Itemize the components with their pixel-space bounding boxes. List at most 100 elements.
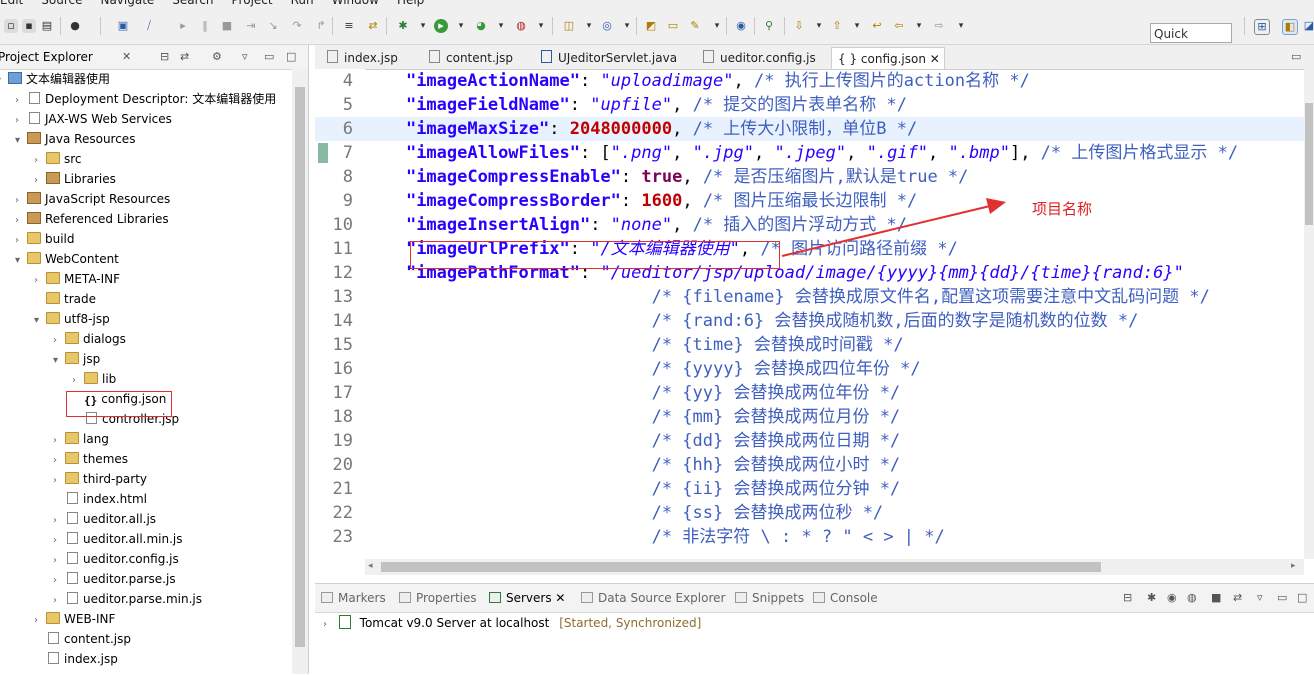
code-line[interactable]: 4 "imageActionName": "uploadimage", /* 执… <box>315 69 1304 93</box>
start-server-icon[interactable]: ◉ <box>1167 591 1177 604</box>
tree-item[interactable]: ▾ Java Resources <box>15 129 135 149</box>
open-task-icon[interactable]: ✎ <box>688 19 702 33</box>
code-line[interactable]: 15 /* {time} 会替换成时间戳 */ <box>315 333 1304 357</box>
collapsed-arrow-icon[interactable]: › <box>15 231 27 251</box>
tree-item[interactable]: › third-party <box>53 469 147 489</box>
collapsed-arrow-icon[interactable]: › <box>53 571 65 591</box>
tree-item[interactable]: › ueditor.parse.js <box>53 569 176 589</box>
menu-item[interactable]: Source <box>41 0 82 8</box>
collapsed-arrow-icon[interactable]: › <box>15 111 27 131</box>
debug-server-icon[interactable]: ✱ <box>1147 591 1156 604</box>
tree-item[interactable]: › themes <box>53 449 128 469</box>
code-line[interactable]: 6 "imageMaxSize": 2048000000, /* 上传大小限制，… <box>315 117 1304 141</box>
back-dropdown-icon[interactable]: ▾ <box>912 19 926 33</box>
collapsed-arrow-icon[interactable]: › <box>53 531 65 551</box>
step-into-icon[interactable]: ↘ <box>266 19 280 33</box>
link-with-editor-icon[interactable]: ⇄ <box>180 50 189 63</box>
editor-horizontal-scrollbar-thumb[interactable] <box>381 562 1101 572</box>
tree-scrollbar[interactable] <box>292 69 308 674</box>
collapsed-arrow-icon[interactable]: › <box>15 91 27 111</box>
tree-item[interactable]: › ueditor.config.js <box>53 549 179 569</box>
use-step-filters-icon[interactable]: ⇄ <box>366 19 380 33</box>
previous-annotation-dropdown-icon[interactable]: ▾ <box>850 19 864 33</box>
code-line[interactable]: 5 "imageFieldName": "upfile", /* 提交的图片表单… <box>315 93 1304 117</box>
code-line[interactable]: 7 "imageAllowFiles": [".png", ".jpg", ".… <box>315 141 1304 165</box>
run-dropdown-icon[interactable]: ▾ <box>454 19 468 33</box>
stop-server-icon[interactable]: ■ <box>1211 591 1221 604</box>
tree-item[interactable]: › lang <box>53 429 109 449</box>
coverage-dropdown-icon[interactable]: ▾ <box>494 19 508 33</box>
tree-item[interactable]: › Libraries <box>34 169 116 189</box>
new-server-icon[interactable]: ◫ <box>562 19 576 33</box>
collapsed-arrow-icon[interactable]: › <box>15 211 27 231</box>
collapsed-arrow-icon[interactable]: › <box>15 191 27 211</box>
open-perspective-icon[interactable]: ⊞ <box>1254 19 1270 35</box>
last-edit-icon[interactable]: ↩ <box>870 19 884 33</box>
tree-scrollbar-thumb[interactable] <box>295 87 305 647</box>
menu-item[interactable]: Window <box>332 0 379 8</box>
tree-item[interactable]: index.jsp <box>34 649 118 669</box>
tab-console[interactable]: Console <box>813 591 878 605</box>
tree-item[interactable]: content.jsp <box>34 629 131 649</box>
editor-vertical-scrollbar[interactable] <box>1304 69 1314 559</box>
collapsed-arrow-icon[interactable]: › <box>53 451 65 471</box>
tree-item[interactable]: ▾ jsp <box>53 349 100 369</box>
menu-item[interactable]: Search <box>172 0 213 8</box>
minimize-icon[interactable]: ▭ <box>264 50 274 63</box>
tree-item[interactable]: index.html <box>53 489 147 509</box>
tree-item[interactable]: › JAX-WS Web Services <box>15 109 172 129</box>
tree-item[interactable]: › Deployment Descriptor: 文本编辑器使用 <box>15 89 276 109</box>
code-line[interactable]: 8 "imageCompressEnable": true, /* 是否压缩图片… <box>315 165 1304 189</box>
tab-config-json[interactable]: { } config.json ✕ <box>831 47 945 69</box>
code-line[interactable]: 23 /* 非法字符 \ : * ? " < > | */ <box>315 525 1304 549</box>
menu-item[interactable]: Help <box>397 0 424 8</box>
expanded-arrow-icon[interactable]: ▾ <box>0 71 8 91</box>
code-editor[interactable]: 4 "imageActionName": "uploadimage", /* 执… <box>315 69 1304 559</box>
minimize-icon[interactable]: ▭ <box>1277 591 1287 604</box>
filter-icon[interactable]: ⚙ <box>212 50 222 63</box>
quick-access-input[interactable]: Quick Access <box>1150 23 1232 61</box>
tab-properties[interactable]: Properties <box>399 591 477 605</box>
globe-icon[interactable]: ◉ <box>734 19 748 33</box>
tab-snippets[interactable]: Snippets <box>735 591 804 605</box>
tree-item[interactable]: › WEB-INF <box>34 609 115 629</box>
next-annotation-icon[interactable]: ⇩ <box>792 19 806 33</box>
suspend-icon[interactable]: ‖ <box>198 19 212 33</box>
tree-item[interactable]: › build <box>15 229 75 249</box>
resume-icon[interactable]: ▸ <box>176 19 190 33</box>
debug-perspective-icon[interactable]: ● <box>68 19 82 33</box>
collapsed-arrow-icon[interactable]: › <box>34 151 46 171</box>
collapse-icon[interactable]: ⊟ <box>1123 591 1132 604</box>
menu-item[interactable]: Edit <box>0 0 23 8</box>
forward-icon[interactable]: ⇨ <box>932 19 946 33</box>
java-perspective-icon[interactable]: ◪ <box>1302 19 1314 33</box>
open-type-icon[interactable]: ◩ <box>644 19 658 33</box>
collapsed-arrow-icon[interactable]: › <box>34 171 46 191</box>
code-line[interactable]: 20 /* {hh} 会替换成两位小时 */ <box>315 453 1304 477</box>
terminate-icon[interactable]: ■ <box>220 19 234 33</box>
tree-item[interactable]: ▾ 文本编辑器使用 <box>0 69 110 89</box>
step-over-icon[interactable]: ↷ <box>290 19 304 33</box>
menu-item[interactable]: Navigate <box>100 0 154 8</box>
code-line[interactable]: 16 /* {yyyy} 会替换成四位年份 */ <box>315 357 1304 381</box>
code-line[interactable]: 10 "imageInsertAlign": "none", /* 插入的图片浮… <box>315 213 1304 237</box>
new-icon[interactable]: ▫ <box>4 19 18 33</box>
expanded-arrow-icon[interactable]: ▾ <box>53 351 65 371</box>
collapsed-arrow-icon[interactable]: › <box>53 331 65 351</box>
java-ee-perspective-icon[interactable]: ◧ <box>1282 19 1298 35</box>
save-icon[interactable]: ▪ <box>22 19 36 33</box>
forward-dropdown-icon[interactable]: ▾ <box>954 19 968 33</box>
collapsed-arrow-icon[interactable]: › <box>53 511 65 531</box>
profile-server-icon[interactable]: ◍ <box>1187 591 1197 604</box>
tree-item[interactable]: ▾ utf8-jsp <box>34 309 110 329</box>
collapsed-arrow-icon[interactable]: › <box>53 431 65 451</box>
maximize-icon[interactable]: □ <box>1297 591 1307 604</box>
expanded-arrow-icon[interactable]: ▾ <box>15 131 27 151</box>
collapsed-arrow-icon[interactable]: › <box>53 471 65 491</box>
tab-ujeditorservlet-java[interactable]: UJeditorServlet.java <box>535 47 695 69</box>
open-task-dropdown-icon[interactable]: ▾ <box>710 19 724 33</box>
tree-item[interactable]: trade <box>34 289 96 309</box>
debug-icon[interactable]: ✱ <box>396 19 410 33</box>
next-annotation-dropdown-icon[interactable]: ▾ <box>812 19 826 33</box>
code-line[interactable]: 21 /* {ii} 会替换成两位分钟 */ <box>315 477 1304 501</box>
